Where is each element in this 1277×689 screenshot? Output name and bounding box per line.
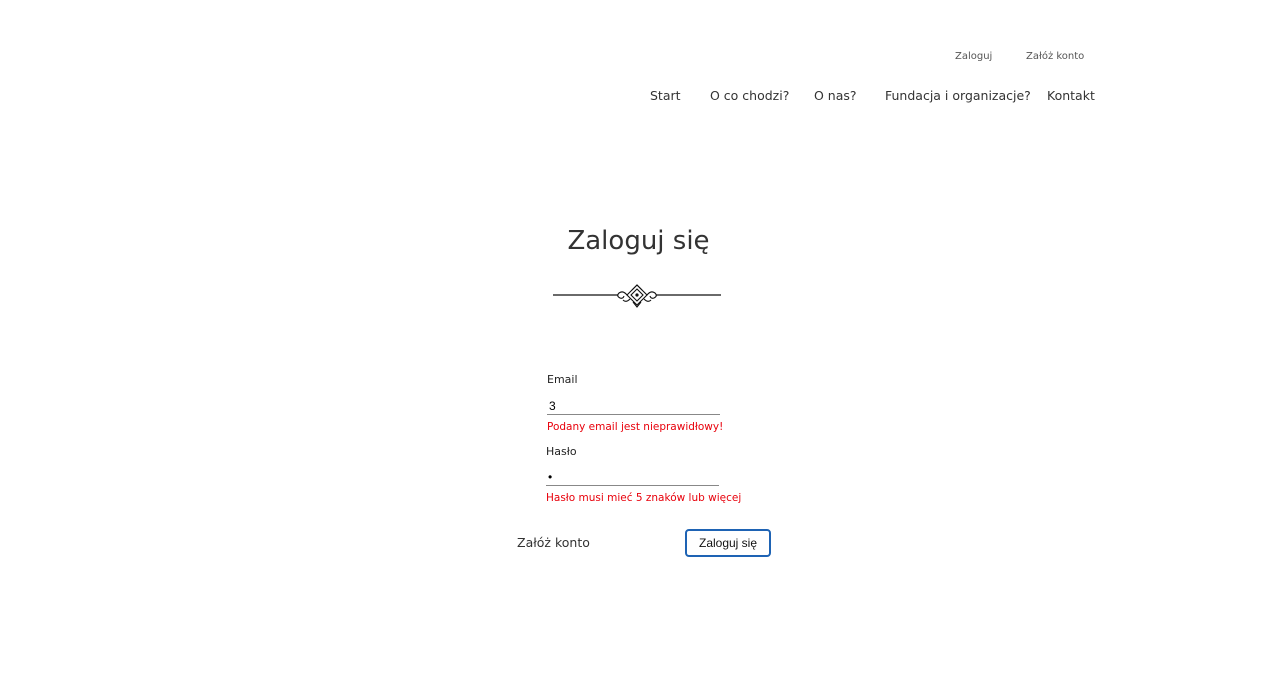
register-top-link[interactable]: Załóż konto [1026,51,1084,62]
nav-item-about-idea[interactable]: O co chodzi? [710,88,789,103]
nav-item-contact[interactable]: Kontakt [1047,88,1095,103]
password-field[interactable] [546,468,719,486]
page: Zaloguj Załóż konto Start O co chodzi? O… [0,0,1277,689]
register-link[interactable]: Załóż konto [517,535,590,550]
ornament-divider-icon [553,284,721,308]
login-submit-button[interactable]: Zaloguj się [685,529,771,557]
email-error-message: Podany email jest nieprawidłowy! [547,421,724,433]
password-label: Hasło [546,445,577,458]
main-nav: Start O co chodzi? O nas? Fundacja i org… [0,88,1277,106]
nav-item-start[interactable]: Start [650,88,681,103]
page-title: Zaloguj się [567,226,710,256]
email-label: Email [547,373,578,386]
email-field[interactable] [547,397,720,415]
auth-links: Zaloguj Załóż konto [0,51,1277,65]
login-link[interactable]: Zaloguj [955,51,992,62]
nav-item-about-us[interactable]: O nas? [814,88,857,103]
nav-item-foundations[interactable]: Fundacja i organizacje? [885,88,1031,103]
password-error-message: Hasło musi mieć 5 znaków lub więcej [546,492,742,504]
